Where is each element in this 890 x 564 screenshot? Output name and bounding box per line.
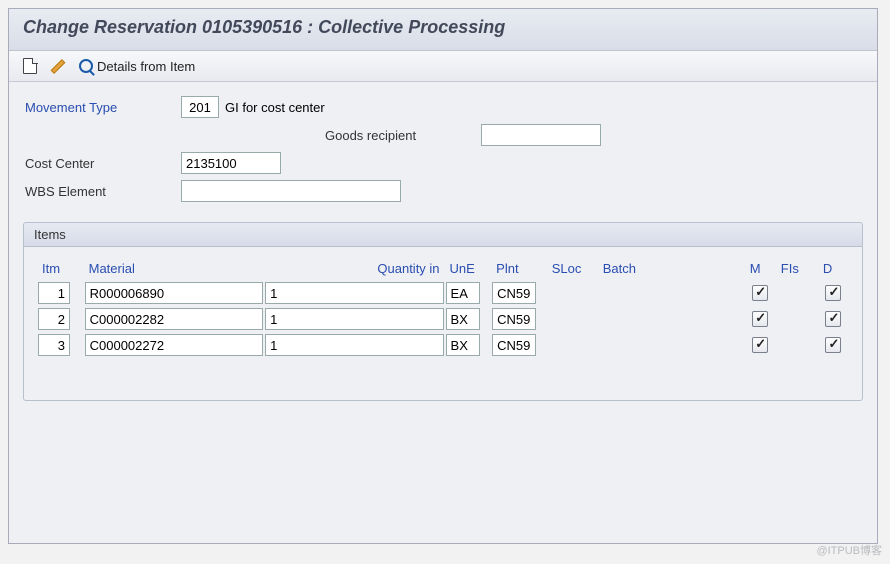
document-icon [23, 58, 37, 74]
edit-button[interactable] [47, 55, 69, 77]
col-header-itm: Itm [38, 259, 83, 278]
d-checkbox[interactable] [825, 311, 841, 327]
material-field[interactable] [85, 308, 263, 330]
quantity-field[interactable] [265, 308, 443, 330]
sap-window: Change Reservation 0105390516 : Collecti… [8, 8, 878, 544]
quantity-field[interactable] [265, 334, 443, 356]
col-header-sloc: SLoc [548, 259, 597, 278]
une-field[interactable] [446, 308, 480, 330]
movement-type-field[interactable] [181, 96, 219, 118]
col-header-quantity: Quantity in [265, 259, 443, 278]
form-area: Movement Type GI for cost center Goods r… [9, 82, 877, 212]
col-header-material: Material [85, 259, 263, 278]
col-header-m: M [746, 259, 775, 278]
details-label: Details from Item [97, 59, 195, 74]
titlebar: Change Reservation 0105390516 : Collecti… [9, 9, 877, 51]
m-checkbox[interactable] [752, 311, 768, 327]
movement-type-label: Movement Type [25, 100, 175, 115]
plnt-field[interactable] [492, 282, 536, 304]
goods-recipient-label: Goods recipient [325, 128, 475, 143]
col-header-batch: Batch [599, 259, 744, 278]
items-panel: Items Itm Material Quantity in UnE Plnt … [23, 222, 863, 401]
page-title: Change Reservation 0105390516 : Collecti… [23, 17, 863, 38]
goods-recipient-field[interactable] [481, 124, 601, 146]
m-checkbox[interactable] [752, 285, 768, 301]
table-row [38, 282, 848, 304]
table-header-row: Itm Material Quantity in UnE Plnt SLoc B… [38, 259, 848, 278]
wbs-element-field[interactable] [181, 180, 401, 202]
material-field[interactable] [85, 334, 263, 356]
plnt-field[interactable] [492, 334, 536, 356]
material-field[interactable] [85, 282, 263, 304]
col-header-une: UnE [446, 259, 491, 278]
pencil-icon [50, 58, 66, 74]
cost-center-field[interactable] [181, 152, 281, 174]
table-row [38, 308, 848, 330]
itm-field[interactable] [38, 334, 70, 356]
items-body: Itm Material Quantity in UnE Plnt SLoc B… [24, 247, 862, 400]
d-checkbox[interactable] [825, 337, 841, 353]
wbs-element-label: WBS Element [25, 184, 175, 199]
plnt-field[interactable] [492, 308, 536, 330]
itm-field[interactable] [38, 308, 70, 330]
quantity-field[interactable] [265, 282, 443, 304]
movement-type-text: GI for cost center [225, 100, 325, 115]
m-checkbox[interactable] [752, 337, 768, 353]
col-header-d: D [819, 259, 848, 278]
col-header-fis: FIs [777, 259, 817, 278]
itm-field[interactable] [38, 282, 70, 304]
cost-center-label: Cost Center [25, 156, 175, 171]
details-from-item-button[interactable]: Details from Item [75, 55, 199, 77]
magnifier-icon [79, 59, 93, 73]
toolbar: Details from Item [9, 51, 877, 82]
new-document-button[interactable] [19, 55, 41, 77]
d-checkbox[interactable] [825, 285, 841, 301]
une-field[interactable] [446, 334, 480, 356]
une-field[interactable] [446, 282, 480, 304]
items-table: Itm Material Quantity in UnE Plnt SLoc B… [36, 255, 850, 360]
items-panel-title: Items [24, 223, 862, 247]
col-header-plnt: Plnt [492, 259, 546, 278]
table-row [38, 334, 848, 356]
